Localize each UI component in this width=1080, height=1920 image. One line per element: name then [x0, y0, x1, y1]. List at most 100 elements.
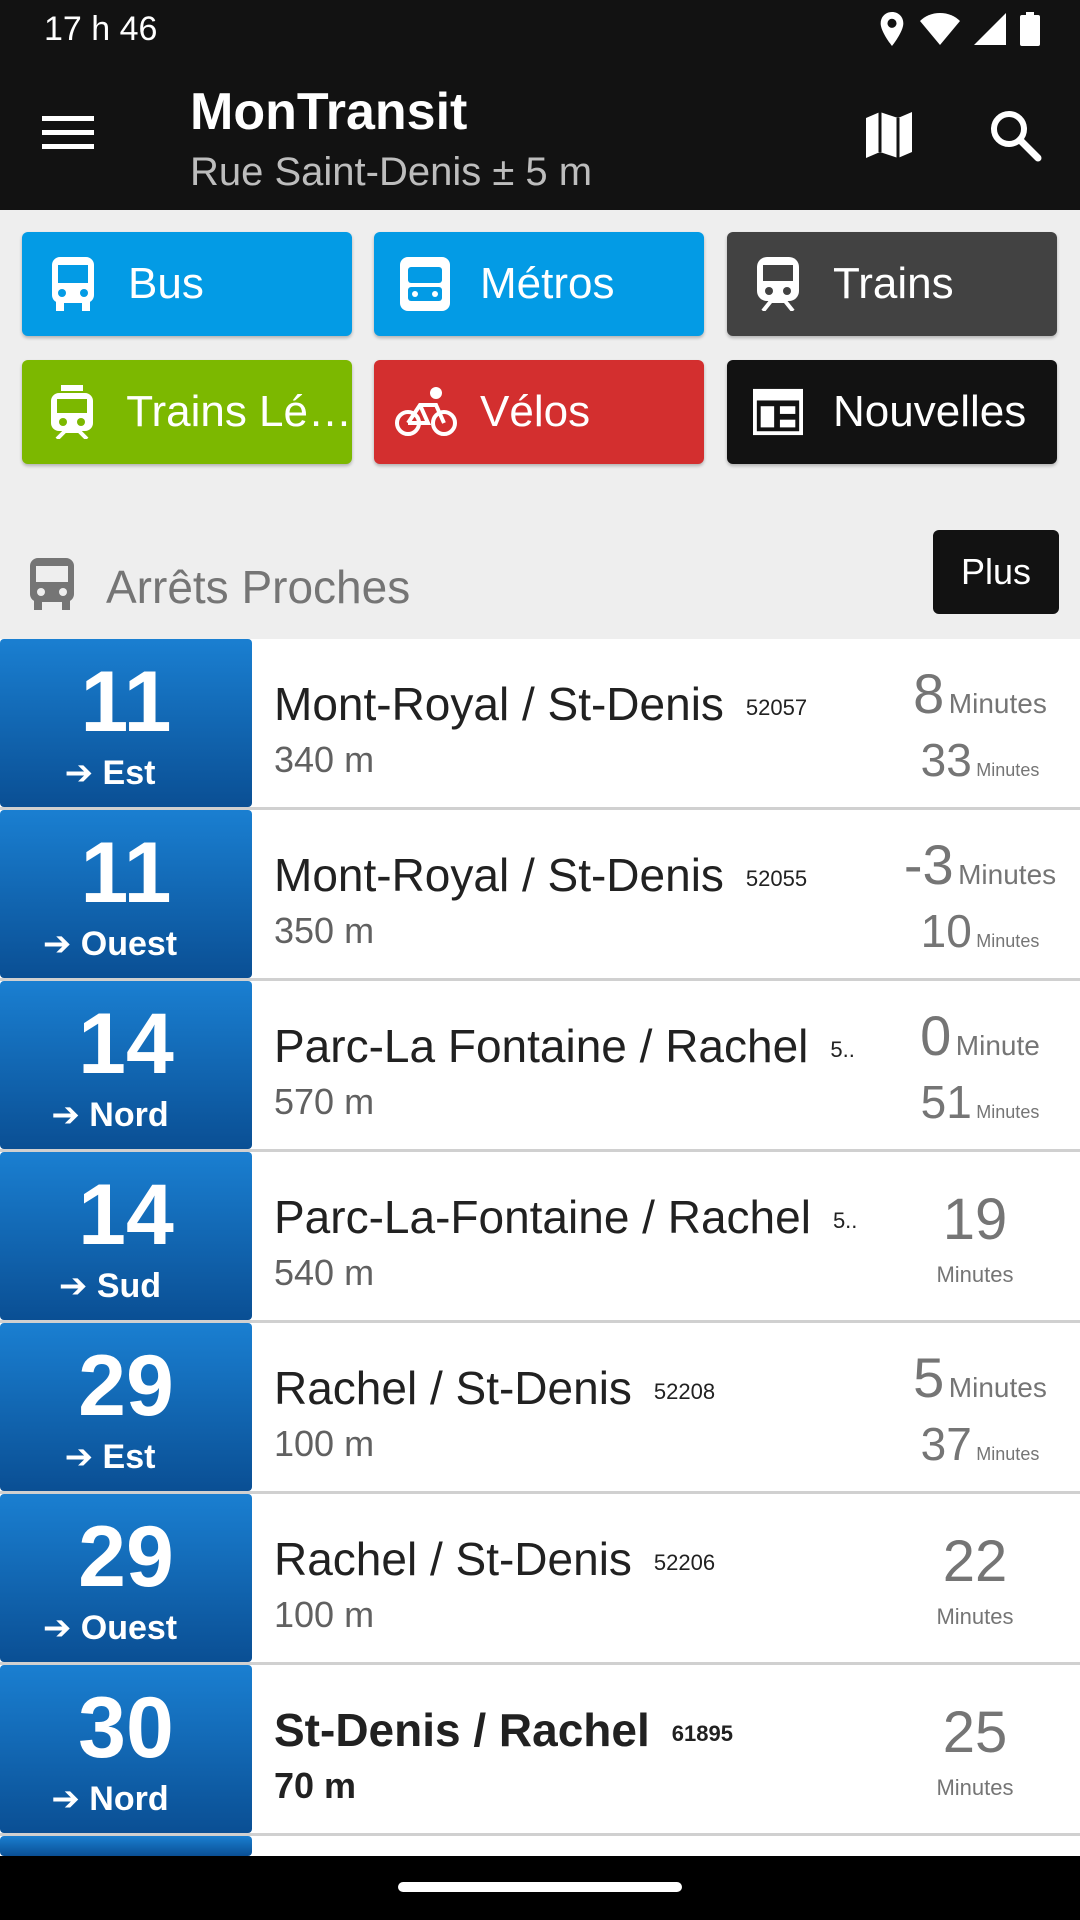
departure-unit: Minutes — [948, 688, 1047, 719]
mode-button-news[interactable]: Nouvelles — [727, 360, 1057, 464]
mode-button-metro[interactable]: Métros — [374, 232, 704, 336]
departure-value: 51 — [920, 1076, 972, 1128]
stop-distance: 100 m — [274, 1594, 375, 1635]
route-badge: 30 ➔ Nord — [0, 1665, 252, 1833]
mode-label: Trains Lé… — [126, 387, 352, 436]
stop-distance: 350 m — [274, 910, 375, 951]
stop-name: Parc-La Fontaine / Rachel 5.. — [274, 1019, 855, 1073]
mode-label: Vélos — [480, 387, 591, 436]
next-departures: 8 Minutes 33 Minutes — [880, 639, 1080, 807]
departure-unit: Minutes — [936, 1775, 1014, 1800]
menu-icon — [42, 116, 94, 149]
stop-name: Mont-Royal / St-Denis 52055 — [274, 848, 807, 902]
stop-name-text: St-Denis / Rachel — [274, 1704, 650, 1756]
departure-unit: Minutes — [976, 1102, 1040, 1122]
departure-value: 22 — [942, 1529, 1008, 1594]
stop-row[interactable]: 14 ➔ Sud Parc-La-Fontaine / Rachel 5.. 54… — [0, 1152, 1080, 1323]
route-badge: 14 ➔ Sud — [0, 1152, 252, 1320]
bike-icon — [394, 385, 458, 439]
route-badge: 11 ➔ Est — [0, 639, 252, 807]
stop-distance: 340 m — [274, 739, 375, 780]
stop-name-text: Mont-Royal / St-Denis — [274, 678, 724, 730]
stop-row[interactable]: 30 ➔ Nord St-Denis / Rachel 61895 70 m 25… — [0, 1665, 1080, 1836]
second-departure: 33 Minutes — [880, 733, 1080, 787]
train-icon — [753, 257, 803, 311]
mode-label: Trains — [833, 259, 954, 308]
wifi-icon — [920, 13, 960, 45]
map-button[interactable] — [862, 108, 916, 162]
next-departures: -3 Minutes 10 Minutes — [880, 810, 1080, 978]
signal-icon — [974, 13, 1006, 45]
mode-button-bus[interactable]: Bus — [22, 232, 352, 336]
stop-distance: 100 m — [274, 1423, 375, 1464]
next-departures: 0 Minute 51 Minutes — [880, 981, 1080, 1149]
bus-icon — [48, 257, 98, 311]
stop-code: 52206 — [653, 1549, 716, 1575]
location-icon — [880, 12, 904, 46]
app-title: MonTransit — [190, 83, 468, 141]
route-badge: 29 ➔ Est — [0, 1323, 252, 1491]
system-nav-bar — [0, 1856, 1080, 1920]
route-badge — [0, 1836, 252, 1856]
status-time: 17 h 46 — [44, 10, 158, 48]
departure-unit: Minutes — [958, 859, 1057, 890]
stop-row-partial[interactable] — [0, 1836, 1080, 1856]
route-direction: ➔ Nord — [51, 1096, 169, 1134]
stop-row[interactable]: 11 ➔ Ouest Mont-Royal / St-Denis 52055 35… — [0, 810, 1080, 981]
route-number: 29 — [78, 1338, 174, 1434]
departure-value: 37 — [920, 1418, 972, 1470]
home-gesture-handle[interactable] — [398, 1882, 682, 1892]
search-button[interactable] — [988, 108, 1042, 162]
route-number: 30 — [78, 1680, 174, 1776]
second-departure: 37 Minutes — [880, 1417, 1080, 1471]
location-subtitle: Rue Saint-Denis ± 5 m — [190, 150, 593, 194]
stop-code: 52055 — [745, 865, 808, 891]
route-direction: ➔ Sud — [58, 1267, 162, 1305]
stop-row[interactable]: 29 ➔ Ouest Rachel / St-Denis 52206 100 m … — [0, 1494, 1080, 1665]
route-number: 14 — [78, 1167, 174, 1263]
bus-icon — [28, 558, 76, 610]
route-direction: ➔ Nord — [51, 1780, 169, 1818]
stop-row[interactable]: 29 ➔ Est Rachel / St-Denis 52208 100 m 5 … — [0, 1323, 1080, 1494]
route-number: 29 — [78, 1509, 174, 1605]
map-icon — [866, 112, 912, 158]
mode-label: Nouvelles — [833, 387, 1027, 436]
first-departure: -3 Minutes — [880, 832, 1080, 897]
menu-button[interactable] — [42, 112, 102, 156]
route-number: 11 — [80, 825, 172, 921]
departure-unit: Minutes — [976, 760, 1040, 780]
departure-value: 10 — [920, 905, 972, 957]
stop-row[interactable]: 14 ➔ Nord Parc-La Fontaine / Rachel 5.. 5… — [0, 981, 1080, 1152]
first-departure: 8 Minutes — [880, 661, 1080, 726]
route-number: 11 — [80, 654, 172, 750]
departure-value: 0 — [920, 1004, 952, 1067]
stop-row[interactable]: 11 ➔ Est Mont-Royal / St-Denis 52057 340 … — [0, 639, 1080, 810]
departure-unit: Minutes — [976, 1444, 1040, 1464]
departure-unit: Minutes — [936, 1262, 1014, 1287]
nearby-stops-list: 11 ➔ Est Mont-Royal / St-Denis 52057 340 … — [0, 639, 1080, 1836]
next-departures: 22 Minutes — [880, 1494, 1080, 1662]
more-button[interactable]: Plus — [933, 530, 1059, 614]
departure-value: 19 — [942, 1187, 1008, 1252]
mode-button-light-rail[interactable]: Trains Lé… — [22, 360, 352, 464]
departure-value: 5 — [913, 1346, 945, 1409]
route-direction: ➔ Est — [64, 754, 156, 792]
mode-label: Bus — [128, 259, 204, 308]
stop-name: Rachel / St-Denis 52208 — [274, 1361, 715, 1415]
search-icon — [991, 111, 1042, 162]
mode-button-trains[interactable]: Trains — [727, 232, 1057, 336]
stop-code: 61895 — [671, 1720, 733, 1746]
first-departure: 0 Minute — [880, 1003, 1080, 1068]
mode-label: Métros — [480, 259, 615, 308]
mode-button-bikes[interactable]: Vélos — [374, 360, 704, 464]
stop-distance: 540 m — [274, 1252, 375, 1293]
stop-name: Parc-La-Fontaine / Rachel 5.. — [274, 1190, 857, 1244]
route-direction: ➔ Ouest — [42, 925, 178, 963]
route-number: 14 — [78, 996, 174, 1092]
stop-code: 5.. — [832, 1207, 858, 1233]
departure-unit: Minute — [955, 1030, 1040, 1061]
battery-icon — [1020, 12, 1040, 46]
app-bar: MonTransit Rue Saint-Denis ± 5 m — [0, 60, 1080, 210]
departure-value: -3 — [903, 833, 954, 896]
first-departure: 5 Minutes — [880, 1345, 1080, 1410]
